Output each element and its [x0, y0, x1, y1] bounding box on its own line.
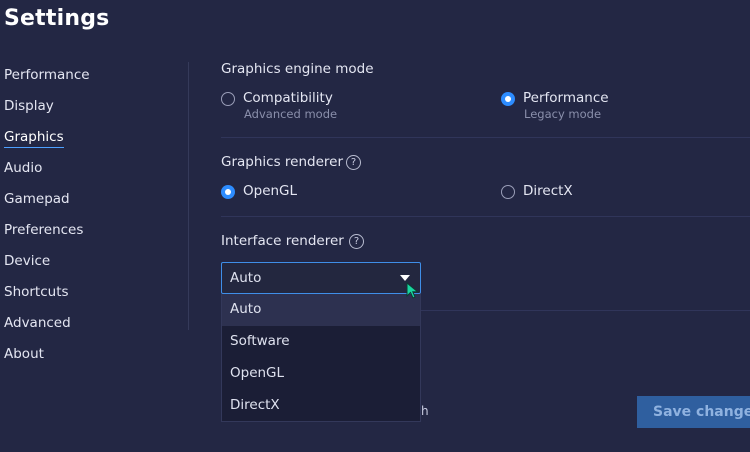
dropdown-option-opengl[interactable]: OpenGL [222, 358, 420, 390]
sidebar-divider [188, 62, 189, 330]
compatibility-sublabel: Advanced mode [244, 107, 338, 121]
sidebar-item-shortcuts[interactable]: Shortcuts [4, 284, 69, 300]
sidebar-item-performance[interactable]: Performance [4, 67, 90, 83]
save-changes-button[interactable]: Save changes [637, 396, 750, 428]
performance-label[interactable]: Performance [523, 90, 609, 106]
partial-label: h [421, 404, 429, 418]
help-icon[interactable]: ? [346, 155, 361, 170]
compatibility-radio[interactable] [221, 92, 235, 106]
performance-radio[interactable] [501, 92, 515, 106]
section-divider [221, 216, 750, 217]
compatibility-label[interactable]: Compatibility [243, 90, 333, 106]
interface-renderer-select[interactable]: Auto [221, 262, 421, 294]
sidebar-item-advanced[interactable]: Advanced [4, 315, 71, 331]
opengl-radio[interactable] [221, 185, 235, 199]
directx-radio[interactable] [501, 185, 515, 199]
mouse-cursor-icon [406, 282, 419, 299]
sidebar-item-preferences[interactable]: Preferences [4, 222, 83, 238]
help-icon[interactable]: ? [349, 234, 364, 249]
caret-down-icon [400, 275, 410, 281]
sidebar-item-label: Graphics [4, 129, 64, 145]
sidebar-item-graphics[interactable]: Graphics [4, 129, 64, 148]
sidebar-item-display[interactable]: Display [4, 98, 54, 114]
performance-sublabel: Legacy mode [524, 107, 602, 121]
opengl-label[interactable]: OpenGL [243, 183, 297, 199]
dropdown-option-software[interactable]: Software [222, 326, 420, 358]
section-divider [221, 137, 750, 138]
interface-renderer-title: Interface renderer [221, 233, 344, 249]
active-tab-underline [4, 147, 64, 148]
sidebar-item-gamepad[interactable]: Gamepad [4, 191, 70, 207]
sidebar-item-device[interactable]: Device [4, 253, 50, 269]
graphics-renderer-title: Graphics renderer [221, 154, 344, 170]
select-value: Auto [230, 270, 262, 286]
sidebar-item-about[interactable]: About [4, 346, 44, 362]
graphics-engine-mode-title: Graphics engine mode [221, 61, 374, 77]
dropdown-option-auto[interactable]: Auto [222, 294, 420, 326]
directx-label[interactable]: DirectX [523, 183, 573, 199]
dropdown-option-directx[interactable]: DirectX [222, 390, 420, 422]
interface-renderer-dropdown: Auto Software OpenGL DirectX [221, 294, 421, 422]
sidebar: Performance Display Graphics Audio Gamep… [0, 0, 190, 452]
sidebar-item-audio[interactable]: Audio [4, 160, 42, 176]
